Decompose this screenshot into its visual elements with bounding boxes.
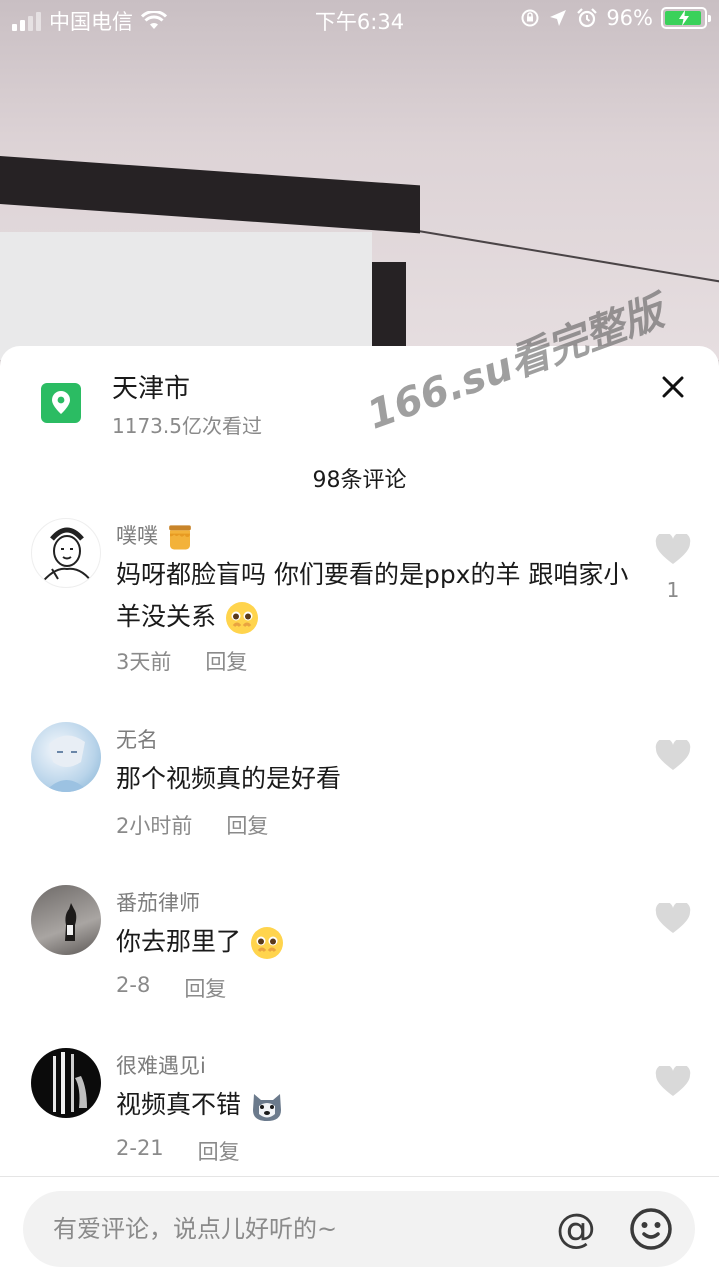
window-glass: [0, 232, 372, 360]
comment-meta: 2小时前 回复: [116, 810, 268, 840]
comment-input-box: @: [23, 1191, 695, 1267]
location-views: 1173.5亿次看过: [112, 414, 262, 438]
close-icon: [662, 376, 684, 398]
heart-icon: [655, 532, 691, 564]
comment-input[interactable]: [53, 1209, 533, 1249]
like-button[interactable]: [655, 901, 691, 939]
heart-icon: [655, 738, 691, 770]
avatar[interactable]: [31, 518, 101, 588]
mention-button[interactable]: @: [551, 1201, 601, 1257]
status-right: 96%: [520, 6, 711, 30]
comment-input-bar: @: [0, 1176, 719, 1280]
battery-icon: [661, 7, 711, 29]
honey-jar-icon: [168, 525, 191, 550]
comment-text: 视频真不错: [116, 1084, 636, 1126]
battery-percent: 96%: [606, 6, 653, 30]
comment-meta: 3天前 回复: [116, 646, 247, 676]
avatar[interactable]: [31, 722, 101, 792]
heart-icon: [655, 1064, 691, 1096]
comment-text: 妈呀都脸盲吗 你们要看的是ppx的羊 跟咱家小羊没关系: [116, 554, 636, 638]
pleading-face-icon: [225, 602, 258, 634]
like-count: 1: [666, 578, 680, 602]
rotation-lock-icon: [521, 9, 539, 27]
location-name[interactable]: 天津市: [112, 368, 190, 405]
comment-username[interactable]: 很难遇见i: [116, 1050, 206, 1080]
comment-username[interactable]: 番茄律师: [116, 887, 200, 917]
comment-meta: 2-21 回复: [116, 1136, 240, 1166]
charging-bolt-icon: [679, 10, 689, 26]
comment-username[interactable]: 噗噗: [116, 520, 195, 552]
comment-time: 2-21: [116, 1136, 164, 1160]
comment-time: 2小时前: [116, 814, 193, 838]
like-button[interactable]: [655, 1064, 691, 1102]
emoji-face-icon[interactable]: [627, 1205, 675, 1253]
comments-sheet: 天津市 1173.5亿次看过 166.su看完整版 98条评论 噗噗 妈呀都脸盲…: [0, 289, 719, 1280]
avatar[interactable]: [31, 1048, 101, 1118]
status-bar: 中国电信 下午6:34 96%: [0, 0, 719, 40]
comment-text: 你去那里了: [116, 921, 636, 963]
comment-count: 98条评论: [312, 468, 407, 493]
comment-text: 那个视频真的是好看: [116, 764, 342, 793]
avatar[interactable]: [31, 885, 101, 955]
alarm-icon: [577, 8, 598, 28]
comment-time: 3天前: [116, 650, 172, 674]
husky-dog-icon: [252, 1094, 281, 1121]
location-arrow-icon: [550, 10, 567, 26]
reply-button[interactable]: 回复: [205, 646, 247, 676]
comment-meta: 2-8 回复: [116, 973, 226, 1003]
like-button[interactable]: [655, 738, 691, 776]
reply-button[interactable]: 回复: [226, 810, 268, 840]
like-button[interactable]: 1: [655, 532, 691, 602]
location-pin-icon[interactable]: [41, 383, 81, 423]
reply-button[interactable]: 回复: [184, 973, 226, 1003]
heart-icon: [655, 901, 691, 933]
reply-button[interactable]: 回复: [198, 1136, 240, 1166]
comment-username[interactable]: 无名: [116, 724, 158, 754]
window-frame-top: [0, 154, 420, 234]
close-button[interactable]: [656, 370, 690, 404]
comment-time: 2-8: [116, 973, 151, 997]
pleading-face-icon: [250, 927, 283, 959]
